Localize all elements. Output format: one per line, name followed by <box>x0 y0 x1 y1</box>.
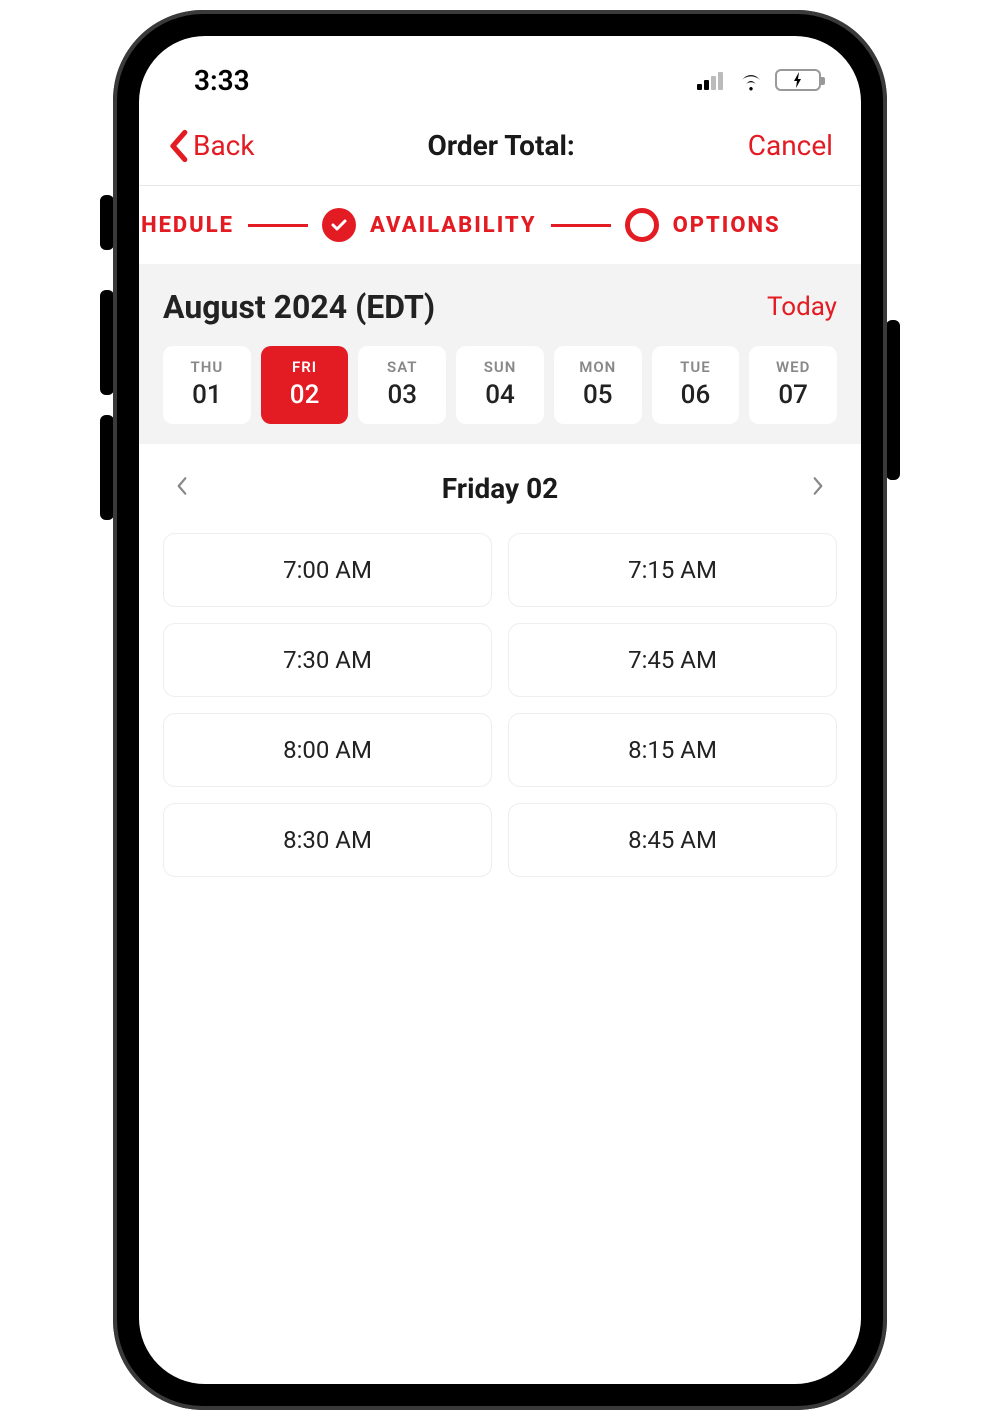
day-of-week: SUN <box>456 358 544 376</box>
day-card[interactable]: SUN 04 <box>456 346 544 424</box>
back-label: Back <box>193 129 255 162</box>
checkmark-circle-icon <box>322 208 356 242</box>
day-of-week: SAT <box>358 358 446 376</box>
battery-charging-icon <box>775 69 821 91</box>
time-slot[interactable]: 7:00 AM <box>163 533 492 607</box>
day-of-week: WED <box>749 358 837 376</box>
day-of-week: FRI <box>261 358 349 376</box>
selected-day-title: Friday 02 <box>442 472 558 505</box>
phone-frame: 3:33 Back Order Total: Cancel <box>113 10 887 1410</box>
time-slots-grid: 7:00 AM7:15 AM7:30 AM7:45 AM8:00 AM8:15 … <box>139 533 861 877</box>
time-slot[interactable]: 8:15 AM <box>508 713 837 787</box>
status-bar: 3:33 <box>139 36 861 106</box>
day-card[interactable]: SAT 03 <box>358 346 446 424</box>
day-number: 05 <box>554 380 642 410</box>
empty-circle-icon <box>625 208 659 242</box>
day-of-week: THU <box>163 358 251 376</box>
next-day-button[interactable] <box>803 475 833 503</box>
status-time: 3:33 <box>194 64 250 97</box>
day-card[interactable]: FRI 02 <box>261 346 349 424</box>
step-availability[interactable]: AVAILABILITY <box>370 213 537 238</box>
progress-stepper: SCHEDULE AVAILABILITY OPTIONS <box>139 186 861 264</box>
time-slot[interactable]: 8:00 AM <box>163 713 492 787</box>
calendar-section: August 2024 (EDT) Today THU01FRI02SAT03S… <box>139 264 861 444</box>
calendar-header: August 2024 (EDT) Today <box>163 288 837 326</box>
time-slot[interactable]: 7:45 AM <box>508 623 837 697</box>
back-button[interactable]: Back <box>167 129 255 163</box>
day-number: 04 <box>456 380 544 410</box>
stepper-connector <box>248 224 308 227</box>
phone-volume-down <box>100 415 114 520</box>
time-slot[interactable]: 8:45 AM <box>508 803 837 877</box>
day-number: 02 <box>261 380 349 410</box>
nav-header: Back Order Total: Cancel <box>139 106 861 186</box>
phone-screen: 3:33 Back Order Total: Cancel <box>139 36 861 1384</box>
day-number: 01 <box>163 380 251 410</box>
day-number: 07 <box>749 380 837 410</box>
time-slot[interactable]: 8:30 AM <box>163 803 492 877</box>
prev-day-button[interactable] <box>167 475 197 503</box>
day-navigator: Friday 02 <box>139 444 861 533</box>
day-of-week: MON <box>554 358 642 376</box>
day-of-week: TUE <box>652 358 740 376</box>
day-card[interactable]: THU 01 <box>163 346 251 424</box>
day-number: 03 <box>358 380 446 410</box>
time-slot[interactable]: 7:15 AM <box>508 533 837 607</box>
calendar-month-title: August 2024 (EDT) <box>163 288 435 326</box>
today-button[interactable]: Today <box>767 292 837 322</box>
step-schedule[interactable]: SCHEDULE <box>139 213 234 238</box>
day-card[interactable]: MON 05 <box>554 346 642 424</box>
phone-volume-up <box>100 290 114 395</box>
status-icons <box>697 69 821 91</box>
cellular-signal-icon <box>697 70 727 90</box>
time-slot[interactable]: 7:30 AM <box>163 623 492 697</box>
chevron-left-icon <box>175 475 189 497</box>
step-options[interactable]: OPTIONS <box>673 213 781 238</box>
cancel-button[interactable]: Cancel <box>748 129 833 162</box>
day-card[interactable]: WED 07 <box>749 346 837 424</box>
wifi-icon <box>737 69 765 91</box>
phone-side-button <box>100 195 114 250</box>
stepper-connector <box>551 224 611 227</box>
chevron-right-icon <box>811 475 825 497</box>
day-number: 06 <box>652 380 740 410</box>
day-card[interactable]: TUE 06 <box>652 346 740 424</box>
days-row: THU 01 FRI 02 SAT 03 SUN 04 MON 05 TUE 06 WED 07 <box>163 346 837 424</box>
phone-power-button <box>886 320 900 480</box>
page-title: Order Total: <box>428 129 575 162</box>
chevron-left-icon <box>167 129 189 163</box>
